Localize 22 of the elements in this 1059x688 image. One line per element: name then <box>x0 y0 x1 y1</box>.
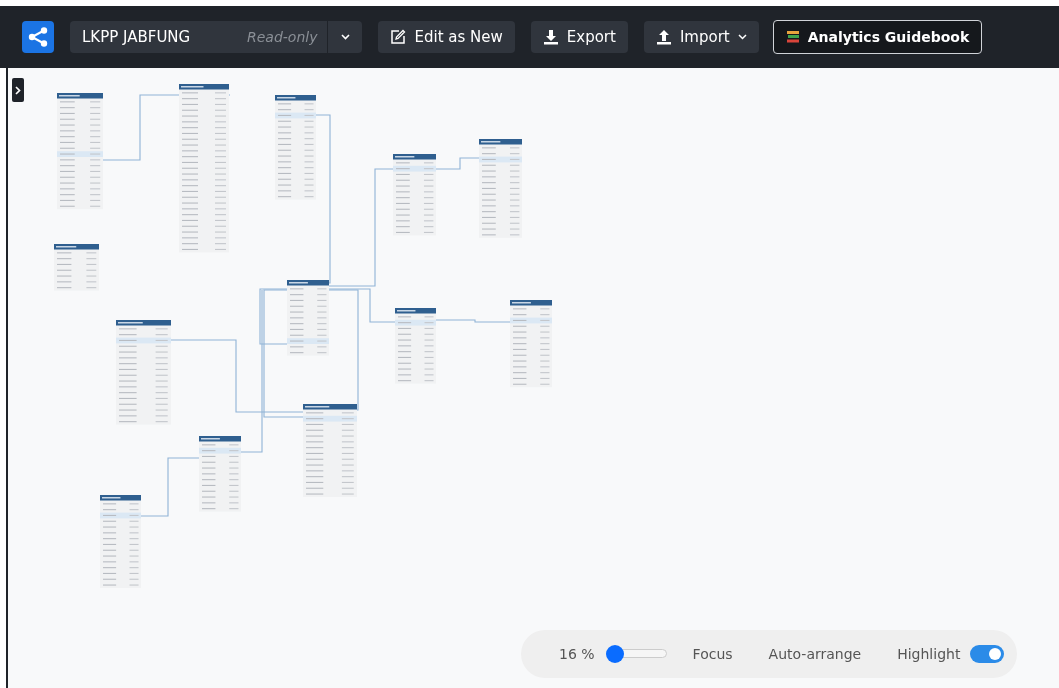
caret-icon <box>737 34 747 40</box>
sidebar-toggle-button[interactable] <box>12 78 24 102</box>
books-icon <box>785 30 800 44</box>
upload-icon <box>655 29 672 45</box>
highlight-label: Highlight <box>897 646 961 662</box>
export-button[interactable]: Export <box>530 21 628 53</box>
download-icon <box>542 29 559 45</box>
import-button[interactable]: Import <box>643 21 759 53</box>
guide-button[interactable]: Analytics Guidebook <box>772 20 983 54</box>
project-name: LKPP JABFUNG <box>81 28 192 46</box>
caret-icon <box>341 34 350 40</box>
action-button[interactable]: Focus <box>692 646 733 662</box>
slider-thumb[interactable] <box>606 645 625 663</box>
highlight-toggle[interactable] <box>970 645 1005 663</box>
read-only-label: Read-only <box>247 29 319 45</box>
share-logo-icon <box>22 21 54 53</box>
project-selector[interactable]: LKPP JABFUNG Read-only <box>70 21 363 53</box>
edit-icon <box>390 29 407 45</box>
action-button[interactable]: Auto-arrange <box>768 646 862 662</box>
chevron-right-icon <box>15 85 21 95</box>
edit-button[interactable]: Edit as New <box>378 21 515 53</box>
zoom-reading: 16 % <box>559 646 595 662</box>
